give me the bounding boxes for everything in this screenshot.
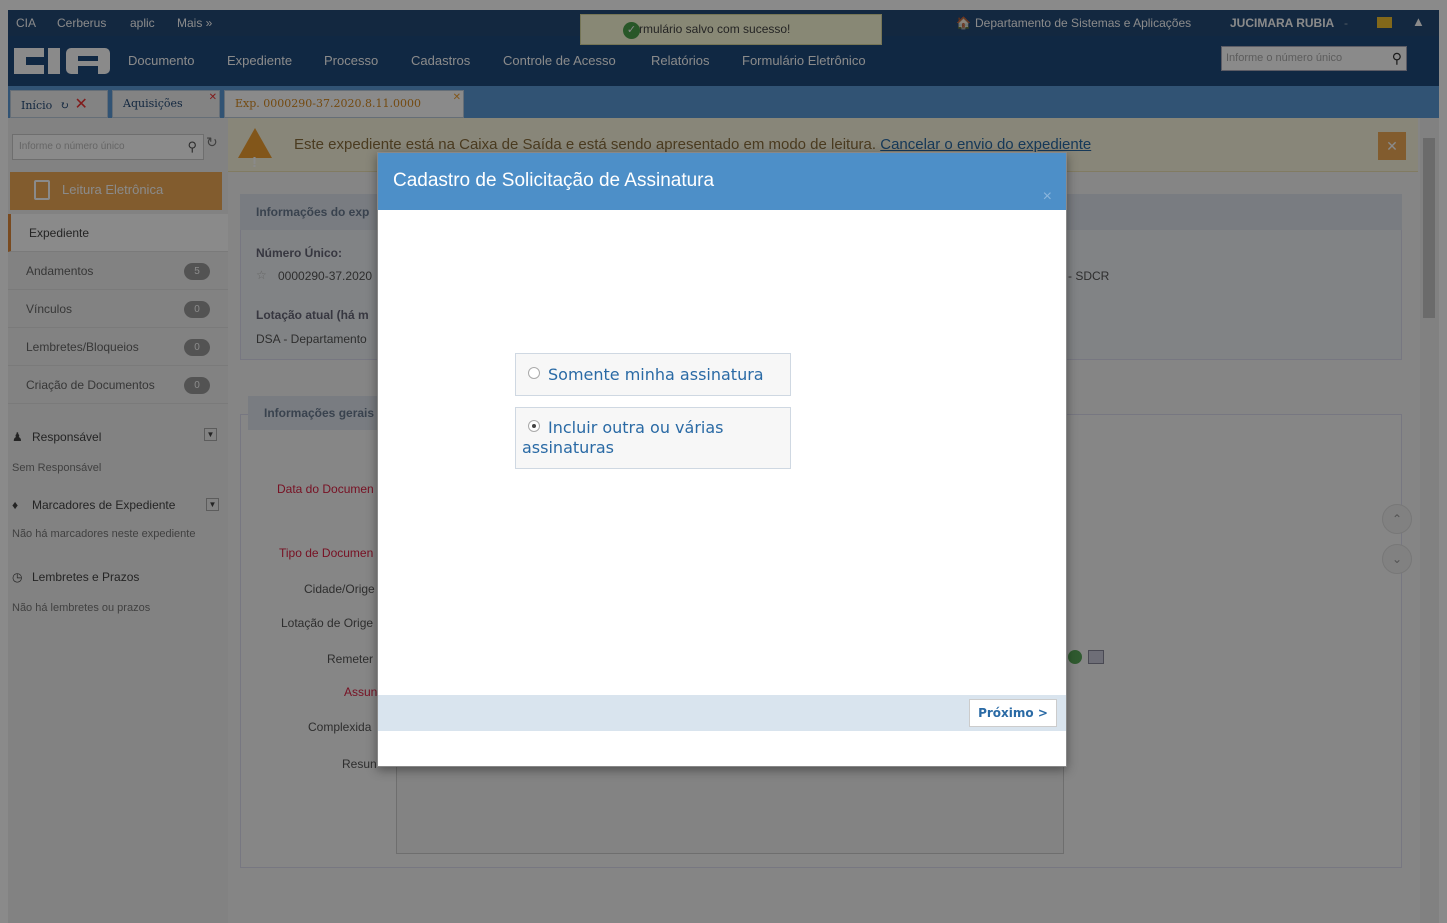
signature-request-modal: Cadastro de Solicitação de Assinatura × … <box>377 152 1067 767</box>
modal-title: Cadastro de Solicitação de Assinatura <box>393 170 715 191</box>
modal-header: Cadastro de Solicitação de Assinatura × <box>378 153 1066 210</box>
option-only-my-signature[interactable]: Somente minha assinatura <box>515 353 791 396</box>
close-icon[interactable]: × <box>1043 169 1052 225</box>
radio-include-other-signatures[interactable] <box>528 420 540 432</box>
next-button[interactable]: Próximo > <box>969 699 1057 727</box>
option-include-other-signatures[interactable]: Incluir outra ou várias assinaturas <box>515 407 791 469</box>
modal-footer: Próximo > <box>378 695 1066 731</box>
option-include-other-signatures-label: Incluir outra ou várias assinaturas <box>522 418 724 457</box>
radio-only-my-signature[interactable] <box>528 367 540 379</box>
option-only-my-signature-label: Somente minha assinatura <box>548 365 764 384</box>
